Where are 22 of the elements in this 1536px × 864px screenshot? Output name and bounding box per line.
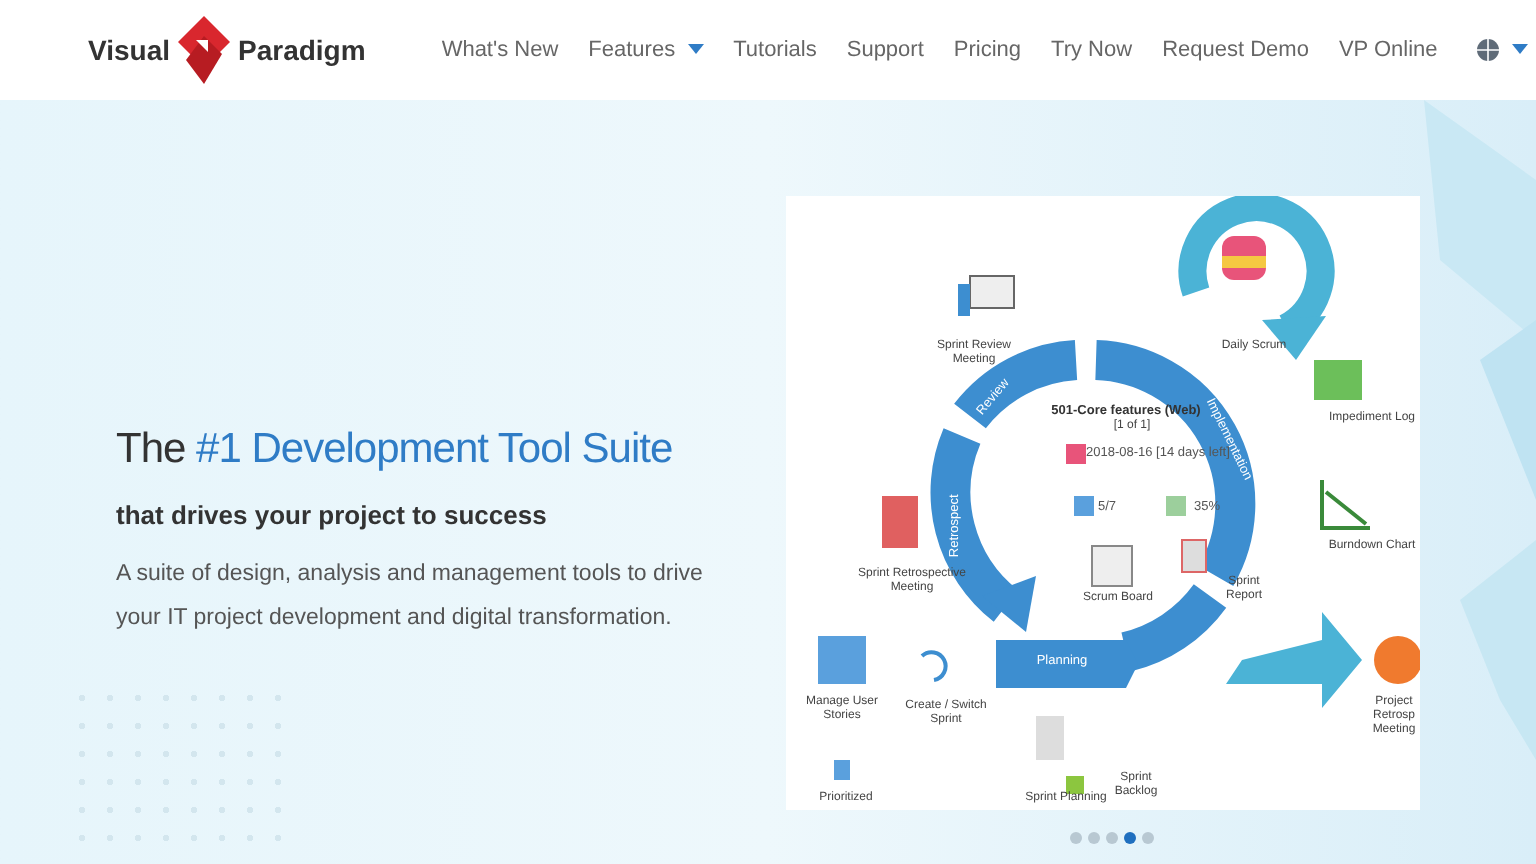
logo-icon <box>178 16 230 84</box>
nav-link[interactable]: What's New <box>441 33 559 67</box>
forward-arrow-drawing <box>1226 612 1362 708</box>
hero-subtitle: that drives your project to success <box>116 498 549 534</box>
nav-link[interactable]: Request Demo <box>1162 33 1309 67</box>
nav-link[interactable]: Features <box>588 33 704 67</box>
chart-icon <box>1320 478 1372 530</box>
easel-icon <box>958 275 1015 316</box>
loop-icon <box>920 650 948 682</box>
logo-text: Visual <box>88 31 170 69</box>
hero-description: A suite of design, analysis and management tools to drive your IT project development and digital transformation. <box>116 559 705 633</box>
logo-text: Paradigm <box>238 31 366 70</box>
nav-link[interactable]: Pricing <box>953 33 1022 67</box>
nav-link[interactable]: Tutorials <box>733 33 817 67</box>
hero-title: The <box>116 426 186 472</box>
language-menu[interactable] <box>1475 38 1528 62</box>
nav-link[interactable]: VP Online <box>1338 33 1438 67</box>
planning-arrow-drawing <box>996 640 1138 688</box>
nav-link[interactable]: Try Now <box>1051 33 1133 67</box>
hero-title-highlight: #1 Development Tool Suite <box>196 426 673 472</box>
nav-link[interactable]: Support <box>846 33 924 67</box>
globe-icon <box>1475 38 1500 62</box>
